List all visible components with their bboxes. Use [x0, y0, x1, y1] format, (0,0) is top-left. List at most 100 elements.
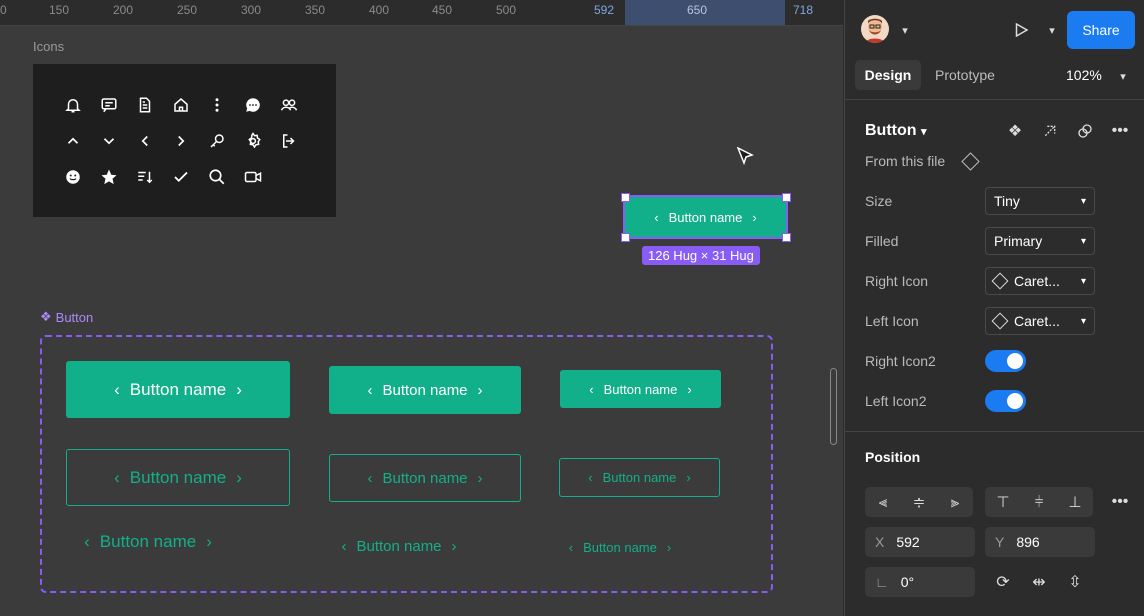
sort-icon[interactable]: [135, 167, 155, 187]
icons-frame-label[interactable]: Icons: [33, 39, 64, 54]
chevron-down-icon: ▾: [920, 126, 927, 138]
button-label: Button name: [668, 209, 743, 225]
share-button[interactable]: Share: [1067, 11, 1135, 49]
video-icon[interactable]: [243, 167, 263, 187]
variant-text-tiny[interactable]: ‹ Button name ›: [559, 535, 681, 559]
component-instance-icon[interactable]: ❖: [1003, 119, 1027, 143]
left-icon-dropdown[interactable]: Caret... ▾: [985, 307, 1095, 335]
avatar[interactable]: [861, 15, 889, 43]
align-left-icon[interactable]: ⫷: [865, 487, 901, 517]
bell-icon[interactable]: [63, 95, 83, 115]
zoom-level[interactable]: 102%: [1066, 67, 1102, 83]
chevron-down-icon: ▾: [1080, 195, 1086, 207]
more-options-icon[interactable]: •••: [1108, 119, 1132, 143]
ruler-tick: 500: [496, 3, 517, 17]
chevron-down-icon[interactable]: ▾: [1040, 18, 1064, 42]
search-icon[interactable]: [207, 167, 227, 187]
chevron-right-icon: ›: [687, 381, 692, 397]
filled-label: Filled: [865, 233, 899, 249]
component-source[interactable]: From this file: [865, 153, 945, 169]
component-name[interactable]: Button ▾: [865, 122, 927, 140]
chevron-down-icon[interactable]: ▾: [1111, 64, 1135, 88]
vertical-scrollbar[interactable]: [830, 368, 837, 445]
variant-text-large[interactable]: ‹ Button name ›: [66, 527, 230, 557]
horizontal-ruler: 0 150 200 250 300 350 400 450 500 592 65…: [0, 0, 843, 26]
resize-handle-bottom-left[interactable]: [621, 233, 630, 242]
right-icon2-label: Right Icon2: [865, 353, 936, 369]
flip-horizontal-icon[interactable]: ⇹: [1027, 570, 1051, 594]
play-icon[interactable]: [1009, 18, 1033, 42]
diamond-icon[interactable]: [961, 152, 980, 171]
divider: [845, 431, 1144, 432]
left-icon2-toggle[interactable]: [985, 390, 1026, 412]
size-dropdown[interactable]: Tiny ▾: [985, 187, 1095, 215]
resize-handle-top-left[interactable]: [621, 193, 630, 202]
users-icon[interactable]: [279, 95, 299, 115]
more-options-icon[interactable]: •••: [1108, 490, 1132, 514]
align-right-icon[interactable]: ⫸: [937, 487, 973, 517]
variant-text-medium[interactable]: ‹ Button name ›: [329, 532, 469, 560]
selected-button-instance[interactable]: ‹ Button name ›: [623, 195, 788, 239]
flip-vertical-icon[interactable]: ⇳: [1063, 570, 1087, 594]
align-bottom-icon[interactable]: ⊥: [1057, 487, 1093, 517]
detach-icon[interactable]: [1038, 119, 1062, 143]
chevron-left-icon: ‹: [367, 381, 373, 399]
align-center-horizontal-icon[interactable]: ≑: [901, 487, 937, 517]
variant-filled-large[interactable]: ‹ Button name ›: [66, 361, 290, 418]
emoji-icon[interactable]: [63, 167, 83, 187]
canvas[interactable]: 0 150 200 250 300 350 400 450 500 592 65…: [0, 0, 843, 616]
ruler-tick: 300: [241, 3, 262, 17]
file-text-icon[interactable]: [135, 95, 155, 115]
home-icon[interactable]: [171, 95, 191, 115]
chevron-right-icon[interactable]: [171, 131, 191, 151]
rotation-field[interactable]: ∟ 0°: [865, 567, 975, 597]
icons-frame[interactable]: [33, 64, 336, 217]
chevron-right-icon: ›: [666, 539, 672, 555]
chevron-down-icon[interactable]: ▾: [893, 18, 917, 42]
more-vertical-icon[interactable]: [207, 95, 227, 115]
chevron-left-icon: ‹: [588, 470, 593, 485]
component-set-frame[interactable]: ‹ Button name › ‹ Button name › ‹ Button name…: [40, 335, 773, 593]
ruler-tick: 250: [177, 3, 198, 17]
diamond-icon: [991, 272, 1009, 290]
variant-outline-medium[interactable]: ‹ Button name ›: [329, 454, 521, 502]
align-top-icon[interactable]: ⊤: [985, 487, 1021, 517]
size-badge: 126 Hug × 31 Hug: [642, 246, 760, 265]
chat-bubble-icon[interactable]: [243, 95, 263, 115]
star-icon[interactable]: [99, 167, 119, 187]
size-label: Size: [865, 193, 893, 209]
rotate-icon[interactable]: ⟳: [991, 570, 1015, 594]
variant-outline-tiny[interactable]: ‹ Button name ›: [559, 458, 720, 497]
right-icon-label: Right Icon: [865, 273, 929, 289]
ruler-tick: 650: [687, 3, 708, 17]
chevron-left-icon[interactable]: [135, 131, 155, 151]
x-position-field[interactable]: X 592: [865, 527, 975, 557]
component-set-label[interactable]: ❖ Button: [40, 309, 93, 325]
variant-filled-medium[interactable]: ‹ Button name ›: [329, 366, 521, 414]
check-icon[interactable]: [171, 167, 191, 187]
right-icon2-toggle[interactable]: [985, 350, 1026, 372]
chevron-up-icon[interactable]: [63, 131, 83, 151]
right-icon-dropdown[interactable]: Caret... ▾: [985, 267, 1095, 295]
divider: [845, 99, 1144, 100]
ruler-tick: 200: [113, 3, 134, 17]
chevron-down-icon: ▾: [1080, 235, 1086, 247]
chevron-right-icon: ›: [236, 379, 242, 399]
resize-handle-top-right[interactable]: [782, 193, 791, 202]
variant-outline-large[interactable]: ‹ Button name ›: [66, 449, 290, 506]
settings-icon[interactable]: [243, 131, 263, 151]
y-position-field[interactable]: Y 896: [985, 527, 1095, 557]
key-icon[interactable]: [207, 131, 227, 151]
properties-panel: ▾ ▾ Share Design Prototype 102% ▾ Button…: [844, 0, 1144, 616]
chevron-right-icon: ›: [477, 381, 483, 399]
filled-dropdown[interactable]: Primary ▾: [985, 227, 1095, 255]
align-center-vertical-icon[interactable]: ⫩: [1021, 487, 1057, 517]
chevron-down-icon[interactable]: [99, 131, 119, 151]
swap-instance-icon[interactable]: [1073, 119, 1097, 143]
tab-design[interactable]: Design: [855, 60, 921, 90]
logout-icon[interactable]: [279, 131, 299, 151]
tab-prototype[interactable]: Prototype: [935, 67, 995, 83]
message-square-icon[interactable]: [99, 95, 119, 115]
variant-filled-tiny[interactable]: ‹ Button name ›: [560, 370, 721, 408]
resize-handle-bottom-right[interactable]: [782, 233, 791, 242]
